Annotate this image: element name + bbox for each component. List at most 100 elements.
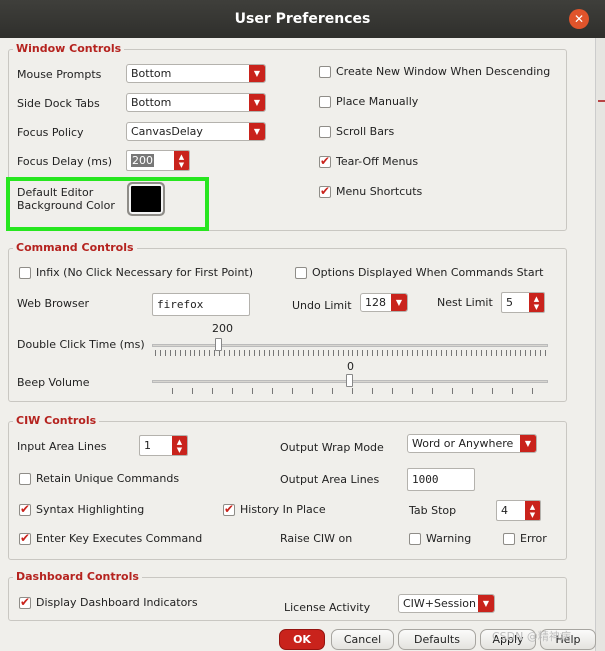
slider-tick [520, 350, 522, 356]
spin-arrows-icon[interactable]: ▲ ▼ [174, 151, 189, 170]
nest-limit-value: 5 [506, 296, 513, 309]
slider-tick [268, 350, 270, 356]
slider-tick [436, 350, 438, 356]
slider-tick [412, 388, 413, 394]
history-in-place-checkbox[interactable] [223, 502, 235, 516]
scroll-bars-checkbox[interactable] [319, 126, 331, 138]
double-click-time-slider-thumb[interactable] [215, 338, 222, 351]
create-new-window-checkbox[interactable] [319, 66, 331, 78]
double-click-time-slider-track[interactable] [152, 344, 548, 347]
create-new-window-label: Create New Window When Descending [336, 65, 551, 78]
defaults-button[interactable]: Defaults [398, 629, 476, 650]
slider-tick [406, 350, 408, 356]
enter-key-executes-checkbox[interactable] [19, 531, 31, 545]
chevron-down-icon: ▼ [478, 595, 494, 612]
slider-tick [401, 350, 403, 356]
focus-delay-label: Focus Delay (ms) [17, 155, 112, 168]
web-browser-input[interactable]: firefox [152, 293, 250, 316]
options-displayed-checkbox[interactable] [295, 267, 307, 279]
slider-tick [470, 350, 472, 356]
tab-stop-spinbox[interactable]: 4 ▲ ▼ [496, 500, 541, 521]
slider-tick [396, 350, 398, 356]
slider-tick [372, 388, 373, 394]
slider-tick [446, 350, 448, 356]
edge-marker [598, 100, 605, 102]
close-button[interactable]: ✕ [569, 9, 589, 29]
chevron-down-icon: ▼ [249, 123, 265, 140]
menu-shortcuts-checkbox[interactable] [319, 184, 331, 198]
focus-policy-value: CanvasDelay [131, 125, 203, 138]
slider-tick [372, 350, 374, 356]
slider-tick [233, 350, 235, 356]
output-area-lines-label: Output Area Lines [280, 473, 380, 486]
mouse-prompts-select[interactable]: Bottom ▼ [126, 64, 266, 83]
warning-checkbox[interactable] [409, 533, 421, 545]
slider-tick [495, 350, 497, 356]
place-manually-checkbox[interactable] [319, 96, 331, 108]
slider-tick [327, 350, 329, 356]
slider-tick [283, 350, 285, 356]
ok-button[interactable]: OK [279, 629, 325, 650]
spin-arrows-icon[interactable]: ▲ ▼ [529, 293, 544, 312]
retain-unique-checkbox[interactable] [19, 473, 31, 485]
slider-tick [525, 350, 527, 356]
slider-tick [342, 350, 344, 356]
slider-tick [492, 388, 493, 394]
slider-tick [472, 388, 473, 394]
display-dashboard-indicators-checkbox[interactable] [19, 595, 31, 609]
output-wrap-mode-label: Output Wrap Mode [280, 441, 384, 454]
slider-tick [312, 350, 314, 356]
spin-arrows-icon[interactable]: ▲ ▼ [172, 436, 187, 455]
beep-volume-slider-thumb[interactable] [346, 374, 353, 387]
slider-tick [232, 388, 233, 394]
chevron-down-icon: ▼ [391, 294, 407, 311]
undo-limit-value: 128 [365, 296, 386, 309]
undo-limit-select[interactable]: 128 ▼ [360, 293, 408, 312]
history-in-place-label: History In Place [240, 503, 326, 516]
dashboard-controls-legend: Dashboard Controls [13, 570, 142, 583]
output-area-lines-input[interactable]: 1000 [407, 468, 475, 491]
slider-tick [500, 350, 502, 356]
double-click-time-ticks [155, 350, 546, 356]
slider-tick [252, 388, 253, 394]
slider-tick [411, 350, 413, 356]
spin-arrows-icon[interactable]: ▲ ▼ [525, 501, 540, 520]
slider-tick [441, 350, 443, 356]
syntax-highlighting-checkbox[interactable] [19, 502, 31, 516]
nest-limit-spinbox[interactable]: 5 ▲ ▼ [501, 292, 545, 313]
slider-tick [416, 350, 418, 356]
slider-tick [332, 388, 333, 394]
slider-tick [535, 350, 537, 356]
display-dashboard-indicators-label: Display Dashboard Indicators [36, 596, 198, 609]
slider-tick [530, 350, 532, 356]
slider-tick [466, 350, 467, 356]
slider-tick [253, 350, 255, 356]
window-controls-legend: Window Controls [13, 42, 125, 55]
slider-tick [392, 388, 393, 394]
slider-tick [169, 350, 171, 356]
slider-tick [224, 350, 226, 356]
focus-policy-select[interactable]: CanvasDelay ▼ [126, 122, 266, 141]
infix-checkbox[interactable] [19, 267, 31, 279]
mouse-prompts-label: Mouse Prompts [17, 68, 102, 81]
slider-tick [204, 350, 206, 356]
input-area-lines-spinbox[interactable]: 1 ▲ ▼ [139, 435, 188, 456]
focus-policy-label: Focus Policy [17, 126, 84, 139]
error-checkbox[interactable] [503, 533, 515, 545]
license-activity-select[interactable]: CIW+Session ▼ [398, 594, 495, 613]
close-icon: ✕ [573, 12, 585, 26]
tab-stop-label: Tab Stop [409, 504, 457, 517]
slider-tick [159, 350, 161, 356]
focus-delay-spinbox[interactable]: 200 ▲ ▼ [126, 150, 190, 171]
slider-tick [238, 350, 240, 356]
output-wrap-mode-select[interactable]: Word or Anywhere ▼ [407, 434, 537, 453]
ciw-controls-legend: CIW Controls [13, 414, 100, 427]
warning-label: Warning [426, 532, 472, 545]
slider-tick [322, 350, 324, 356]
tab-stop-value: 4 [501, 504, 508, 517]
cancel-button[interactable]: Cancel [331, 629, 394, 650]
slider-tick [432, 388, 433, 394]
side-dock-tabs-select[interactable]: Bottom ▼ [126, 93, 266, 112]
tear-off-menus-checkbox[interactable] [319, 154, 331, 168]
slider-tick [456, 350, 458, 356]
